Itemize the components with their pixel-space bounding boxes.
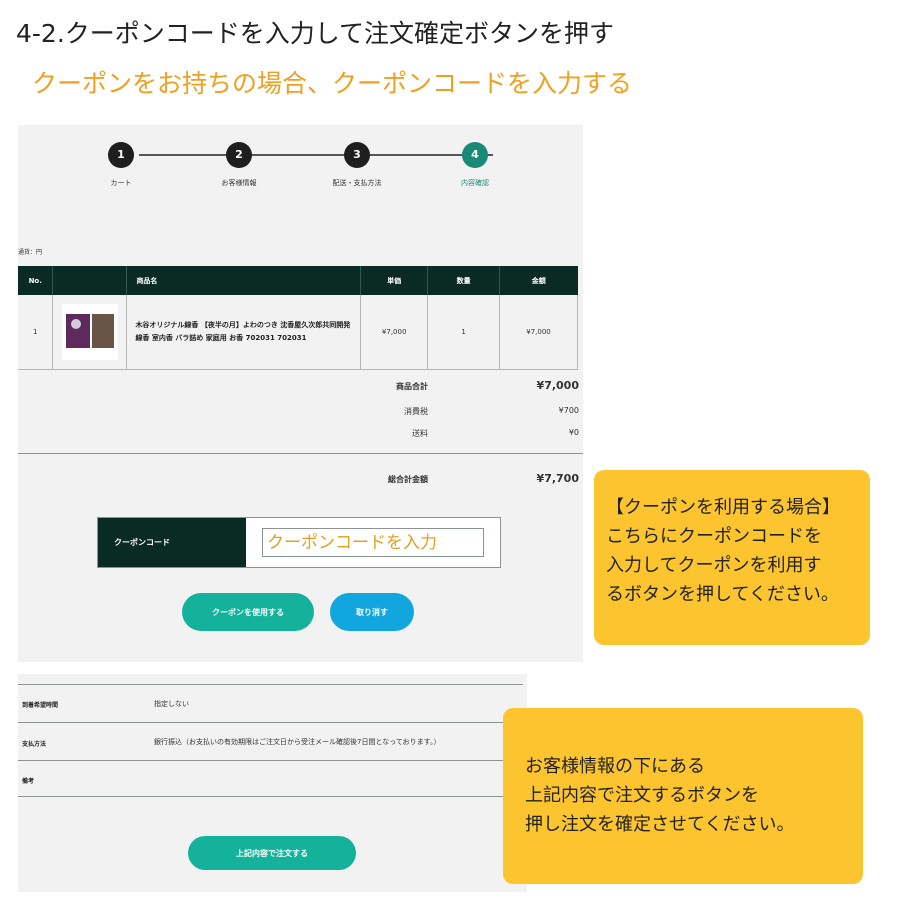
- cancel-coupon-button[interactable]: 取り消す: [330, 593, 414, 631]
- step-number: 4: [462, 142, 488, 168]
- unit-price: ¥7,000: [360, 295, 429, 370]
- callout-line: 【クーポンを利用する場合】: [606, 497, 840, 518]
- order-table: No. 商品名 単価 数量 金額 1 木谷オリジナル線香 【夜半の月】よわのつき…: [18, 266, 578, 370]
- column-header-no: No.: [18, 266, 54, 295]
- place-order-button[interactable]: 上記内容で注文する: [188, 836, 356, 870]
- order-details-panel: 到着希望時間 指定しない 支払方法 銀行振込（お支払いの有効期限はご注文日から受…: [18, 674, 527, 892]
- column-header-image: [52, 266, 128, 295]
- callout-line: こちらにクーポンコードを: [606, 526, 822, 547]
- callout-line: お客様情報の下にある: [525, 756, 705, 777]
- tax-label: 消費税: [404, 407, 428, 416]
- step-customer-info: 2 お客様情報: [199, 142, 279, 188]
- page-subtitle: クーポンをお持ちの場合、クーポンコードを入力する: [32, 69, 633, 98]
- callout-line: 入力してクーポンを利用す: [606, 555, 822, 576]
- coupon-form: クーポンコード: [97, 517, 501, 568]
- payment-method-value: 銀行振込（お支払いの有効期限はご注文日から受注メール確認後7日間となっております…: [154, 738, 441, 746]
- details-divider: [18, 684, 523, 685]
- delivery-time-label: 到着希望時間: [22, 702, 59, 709]
- step-confirm: 4 内容確認: [435, 142, 515, 188]
- callout-line: るボタンを押してください。: [606, 584, 839, 605]
- callout-line: 上記内容で注文するボタンを: [525, 785, 759, 806]
- order-instruction-callout: お客様情報の下にある 上記内容で注文するボタンを 押し注文を確定させてください。: [503, 708, 863, 884]
- shipping-value: ¥0: [568, 428, 579, 437]
- step-label: 内容確認: [461, 179, 489, 187]
- details-divider: [18, 796, 523, 797]
- step-label: カート: [110, 179, 132, 187]
- details-divider: [18, 722, 523, 723]
- use-coupon-button[interactable]: クーポンを使用する: [182, 593, 314, 631]
- coupon-code-input[interactable]: [262, 528, 484, 557]
- column-header-quantity: 数量: [427, 266, 501, 295]
- step-number: 3: [344, 142, 370, 168]
- details-divider: [18, 760, 523, 761]
- quantity: 1: [427, 295, 501, 370]
- table-header-row: No. 商品名 単価 数量 金額: [18, 266, 578, 295]
- step-label: お客様情報: [221, 179, 257, 187]
- summary-divider: [18, 453, 583, 454]
- coupon-instruction-callout: 【クーポンを利用する場合】 こちらにクーポンコードを 入力してクーポンを利用す …: [594, 470, 870, 645]
- product-thumbnail-cell: [52, 295, 128, 370]
- amount: ¥7,000: [499, 295, 578, 370]
- step-cart: 1 カート: [81, 142, 161, 188]
- column-header-unit-price: 単価: [360, 266, 429, 295]
- table-row: 1 木谷オリジナル線香 【夜半の月】よわのつき 沈香屋久次郎共同開発 線香 室内…: [18, 295, 578, 370]
- subtotal-label: 商品合計: [396, 382, 428, 391]
- product-image-incense: [91, 313, 114, 348]
- step-shipping-payment: 3 配送・支払方法: [317, 142, 397, 188]
- column-header-amount: 金額: [499, 266, 578, 295]
- product-thumbnail[interactable]: [61, 303, 118, 360]
- step-number: 1: [108, 142, 134, 168]
- currency-note: 通貨：円: [18, 249, 43, 256]
- step-number: 2: [226, 142, 252, 168]
- order-confirm-panel: 1 カート 2 お客様情報 3 配送・支払方法 4 内容確認 通貨：円 No. …: [18, 125, 583, 662]
- remarks-label: 備考: [22, 778, 35, 785]
- delivery-time-value: 指定しない: [154, 700, 189, 708]
- subtotal-value: ¥7,000: [536, 379, 579, 392]
- column-header-product-name: 商品名: [126, 266, 362, 295]
- total-value: ¥7,700: [536, 472, 579, 485]
- product-image-package: [65, 313, 90, 348]
- payment-method-label: 支払方法: [22, 741, 47, 748]
- row-no: 1: [18, 295, 54, 370]
- page-title: 4-2.クーポンコードを入力して注文確定ボタンを押す: [16, 19, 615, 48]
- tax-value: ¥700: [558, 406, 579, 415]
- coupon-code-label: クーポンコード: [98, 518, 246, 567]
- step-label: 配送・支払方法: [332, 179, 382, 187]
- total-label: 総合計金額: [388, 475, 428, 484]
- callout-line: 押し注文を確定させてください。: [525, 814, 795, 835]
- shipping-label: 送料: [412, 429, 428, 438]
- product-name[interactable]: 木谷オリジナル線香 【夜半の月】よわのつき 沈香屋久次郎共同開発 線香 室内香 …: [126, 295, 362, 370]
